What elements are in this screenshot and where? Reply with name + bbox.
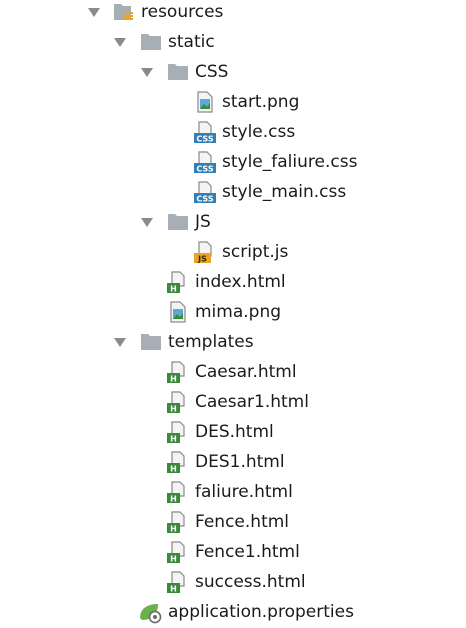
tree-label: DES.html — [195, 422, 274, 442]
tree-node-file[interactable]: H index.html — [0, 270, 466, 294]
svg-text:H: H — [170, 585, 177, 594]
svg-text:CSS: CSS — [196, 165, 213, 174]
tree-label: mima.png — [195, 302, 282, 322]
tree-label: JS — [195, 212, 211, 232]
tree-label: CSS — [195, 62, 229, 82]
css-file-icon: CSS — [193, 181, 217, 204]
tree-label: style_faliure.css — [222, 152, 358, 172]
svg-text:H: H — [170, 405, 177, 414]
image-file-icon — [195, 91, 215, 113]
css-file-icon: CSS — [193, 151, 217, 174]
tree-node-static[interactable]: static — [0, 30, 466, 54]
tree-node-file[interactable]: application.properties — [0, 600, 466, 624]
folder-icon — [140, 33, 162, 51]
tree-label: application.properties — [168, 602, 354, 622]
html-file-icon: H — [166, 361, 188, 384]
svg-text:H: H — [170, 375, 177, 384]
html-file-icon: H — [166, 481, 188, 504]
tree-label: templates — [168, 332, 254, 352]
tree-label: script.js — [222, 242, 289, 262]
resources-folder-icon — [113, 2, 135, 22]
tree-node-js-folder[interactable]: JS — [0, 210, 466, 234]
tree-label: DES1.html — [195, 452, 285, 472]
tree-node-file[interactable]: H DES.html — [0, 420, 466, 444]
tree-node-file[interactable]: H success.html — [0, 570, 466, 594]
tree-node-file[interactable]: mima.png — [0, 300, 466, 324]
tree-node-file[interactable]: CSS style.css — [0, 120, 466, 144]
expand-arrow-icon[interactable] — [141, 68, 153, 77]
svg-text:JS: JS — [197, 255, 207, 264]
svg-text:H: H — [170, 495, 177, 504]
folder-icon — [140, 333, 162, 351]
tree-node-resources[interactable]: resources — [0, 0, 466, 24]
html-file-icon: H — [166, 451, 188, 474]
tree-label: Caesar1.html — [195, 392, 309, 412]
tree-node-css-folder[interactable]: CSS — [0, 60, 466, 84]
svg-text:H: H — [170, 465, 177, 474]
svg-text:H: H — [170, 285, 177, 294]
svg-text:CSS: CSS — [196, 135, 213, 144]
tree-node-file[interactable]: CSS style_main.css — [0, 180, 466, 204]
expand-arrow-icon[interactable] — [114, 38, 126, 47]
html-file-icon: H — [166, 271, 188, 294]
image-file-icon — [168, 301, 188, 323]
tree-node-file[interactable]: H faliure.html — [0, 480, 466, 504]
tree-node-file[interactable]: H Caesar1.html — [0, 390, 466, 414]
expand-arrow-icon[interactable] — [141, 218, 153, 227]
tree-label: style.css — [222, 122, 296, 142]
svg-text:H: H — [170, 435, 177, 444]
html-file-icon: H — [166, 391, 188, 414]
folder-icon — [167, 63, 189, 81]
tree-label: style_main.css — [222, 182, 347, 202]
svg-text:CSS: CSS — [196, 195, 213, 204]
html-file-icon: H — [166, 541, 188, 564]
tree-label: Caesar.html — [195, 362, 297, 382]
tree-label: index.html — [195, 272, 286, 292]
tree-label: Fence1.html — [195, 542, 300, 562]
tree-label: faliure.html — [195, 482, 293, 502]
tree-node-templates[interactable]: templates — [0, 330, 466, 354]
tree-node-file[interactable]: H Fence1.html — [0, 540, 466, 564]
expand-arrow-icon[interactable] — [88, 8, 100, 17]
tree-label: Fence.html — [195, 512, 290, 532]
svg-text:H: H — [170, 525, 177, 534]
svg-text:H: H — [170, 555, 177, 564]
tree-node-file[interactable]: CSS style_faliure.css — [0, 150, 466, 174]
css-file-icon: CSS — [193, 121, 217, 144]
properties-file-icon — [138, 602, 164, 624]
tree-label: success.html — [195, 572, 306, 592]
tree-label: resources — [141, 2, 224, 22]
tree-label: start.png — [222, 92, 300, 112]
js-file-icon: JS — [193, 241, 217, 264]
tree-node-file[interactable]: H Fence.html — [0, 510, 466, 534]
folder-icon — [167, 213, 189, 231]
tree-node-file[interactable]: H Caesar.html — [0, 360, 466, 384]
tree-node-file[interactable]: start.png — [0, 90, 466, 114]
tree-node-file[interactable]: JS script.js — [0, 240, 466, 264]
expand-arrow-icon[interactable] — [114, 338, 126, 347]
html-file-icon: H — [166, 511, 188, 534]
tree-label: static — [168, 32, 215, 52]
html-file-icon: H — [166, 571, 188, 594]
tree-node-file[interactable]: H DES1.html — [0, 450, 466, 474]
html-file-icon: H — [166, 421, 188, 444]
